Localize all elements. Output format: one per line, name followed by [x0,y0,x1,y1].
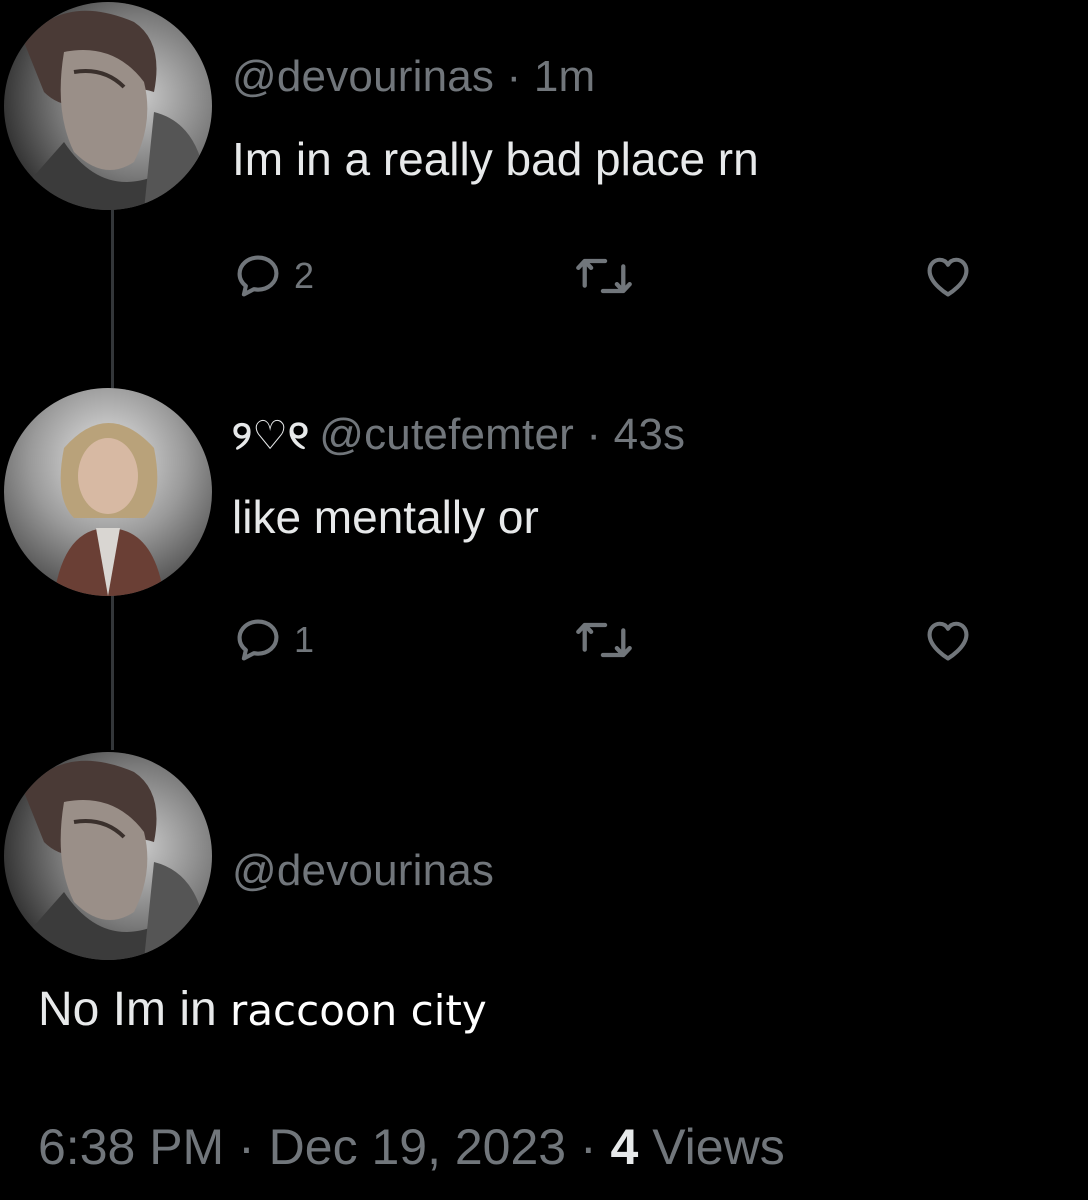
tweet-1-time[interactable]: 1m [534,52,596,101]
avatar-devourinas[interactable] [4,2,212,210]
avatar-cutefemter[interactable] [4,388,212,596]
tweet-1-separator: · [494,52,534,101]
tweet-2-meta: ୨♡୧ @cutefemter · 43s [232,410,685,460]
tweet-2-actions: 1 [232,610,992,670]
thread-line-2 [111,580,114,750]
retweet-icon [576,258,632,294]
main-tweet-sep1: · [224,1119,269,1175]
thread-line-1 [111,210,114,388]
main-tweet-views-count[interactable]: 4 [611,1119,639,1175]
heart-icon [927,621,969,661]
tweet-2-display-name[interactable]: ୨♡୧ [232,412,309,459]
main-tweet-date[interactable]: Dec 19, 2023 [269,1119,566,1175]
main-tweet-views-label: Views [638,1119,785,1175]
main-tweet-handle[interactable]: @devourinas [232,846,494,896]
tweet-1-handle[interactable]: @devourinas [232,52,494,101]
reply-icon [237,619,279,661]
main-tweet-time[interactable]: 6:38 PM [38,1119,224,1175]
main-tweet-text: No Im in raccoon city [38,982,487,1037]
tweet-1-retweet-button[interactable] [574,246,634,306]
tweet-1-actions: 2 [232,246,992,306]
tweet-1-reply-count: 2 [294,255,315,296]
tweet-2-retweet-button[interactable] [574,610,634,670]
tweet-1-reply-button[interactable]: 2 [232,246,314,306]
tweet-2-time[interactable]: 43s [614,410,686,459]
tweet-2-handle[interactable]: @cutefemter [319,410,574,459]
reply-icon [237,255,279,297]
tweet-2-reply-button[interactable]: 1 [232,610,314,670]
avatar-man-image [4,752,212,960]
avatar-woman-image [4,388,212,596]
main-tweet-timestamp-row: 6:38 PM · Dec 19, 2023 · 4 Views [38,1118,785,1176]
tweet-2-reply-count: 1 [294,619,315,660]
main-tweet-text-part1: No Im in [38,983,231,1036]
heart-icon [927,257,969,297]
tweet-2-text: like mentally or [232,491,539,543]
tweet-2-separator: · [573,410,614,459]
main-tweet-text-part2: raccoon city [230,986,487,1035]
retweet-icon [576,622,632,658]
tweet-2-like-button[interactable] [920,610,976,670]
tweet-1-like-button[interactable] [920,246,976,306]
avatar-devourinas-main[interactable] [4,752,212,960]
tweet-1-meta: @devourinas · 1m [232,52,595,102]
avatar-man-image [4,2,212,210]
main-tweet-sep2: · [566,1119,611,1175]
tweet-1-text: Im in a really bad place rn [232,133,759,185]
